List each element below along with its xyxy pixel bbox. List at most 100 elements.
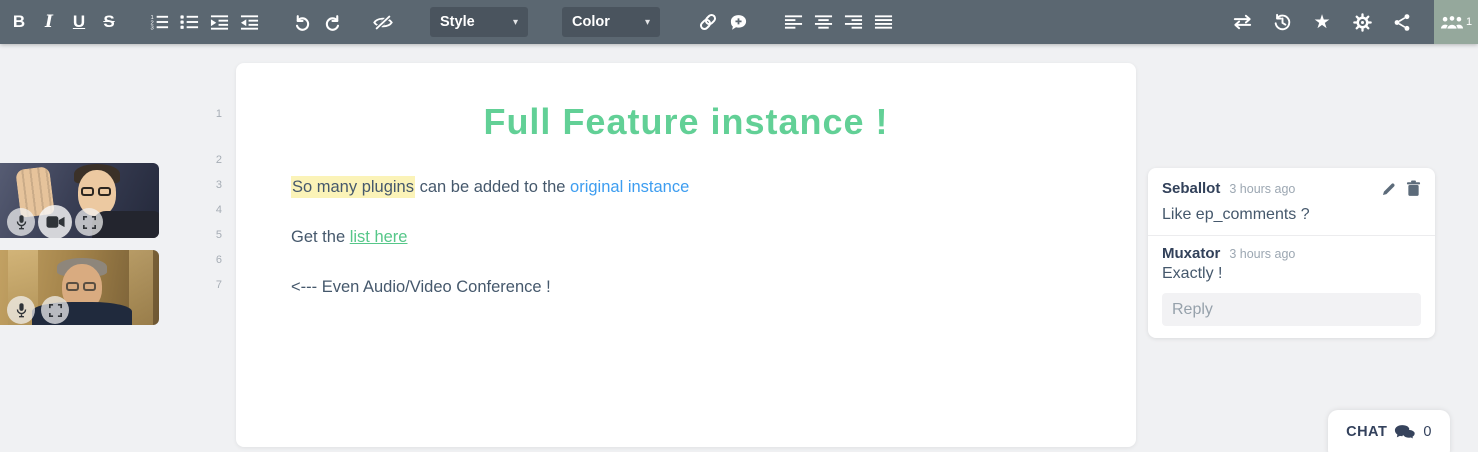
import-export-button[interactable]: [1222, 0, 1262, 44]
line-number: 2: [192, 154, 222, 166]
undo-button[interactable]: [287, 0, 317, 44]
align-right-button[interactable]: [838, 0, 868, 44]
align-left-button[interactable]: [778, 0, 808, 44]
star-icon: ★: [1313, 13, 1330, 32]
video-camera-icon: [46, 215, 65, 229]
users-count-badge: 1: [1466, 16, 1472, 28]
fullscreen-button[interactable]: [41, 296, 69, 324]
ordered-list-button[interactable]: 123: [144, 0, 174, 44]
unordered-list-icon: [180, 14, 199, 30]
redo-icon: [323, 13, 342, 32]
align-justify-icon: [874, 14, 893, 30]
comment-timestamp: 3 hours ago: [1229, 182, 1295, 196]
swap-arrows-icon: [1231, 14, 1254, 30]
delete-comment-button[interactable]: [1406, 180, 1421, 197]
timeslider-button[interactable]: [1262, 0, 1302, 44]
strikethrough-icon: S: [103, 12, 114, 32]
outdent-icon: [240, 14, 259, 30]
paragraph-text: Get the: [291, 228, 350, 246]
share-icon: [1393, 13, 1411, 32]
color-dropdown[interactable]: Color ▾: [562, 7, 660, 37]
paragraph-line: So many plugins can be added to the orig…: [291, 175, 689, 200]
add-comment-button[interactable]: [723, 0, 753, 44]
line-number: 1: [192, 108, 222, 120]
mute-mic-button[interactable]: [7, 296, 35, 324]
link-icon: [698, 12, 718, 32]
history-clock-icon: [1273, 13, 1292, 32]
document-title: Full Feature instance !: [236, 101, 1136, 143]
microphone-icon: [15, 302, 28, 319]
svg-text:3: 3: [150, 26, 154, 30]
toolbar-right-group: ★: [1222, 0, 1478, 44]
line-number: 7: [192, 279, 222, 291]
chat-button[interactable]: CHAT 0: [1328, 410, 1450, 452]
style-dropdown[interactable]: Style ▾: [430, 7, 528, 37]
edit-comment-button[interactable]: [1381, 181, 1397, 197]
align-center-icon: [814, 14, 833, 30]
unordered-list-button[interactable]: [174, 0, 204, 44]
align-center-button[interactable]: [808, 0, 838, 44]
line-number: 6: [192, 254, 222, 266]
gear-icon: [1353, 13, 1372, 32]
camera-toggle-button[interactable]: [38, 205, 72, 238]
comments-panel: Seballot 3 hours ago Like ep_comments ? …: [1148, 168, 1435, 338]
video-participant-2: [0, 250, 159, 325]
paragraph-text: can be added to the: [415, 178, 570, 196]
comment-text: Exactly !: [1162, 265, 1421, 283]
undo-icon: [293, 13, 312, 32]
video-participant-1: [0, 163, 159, 238]
favorite-button[interactable]: ★: [1302, 0, 1342, 44]
italic-button[interactable]: I: [34, 0, 64, 44]
comment-text: Like ep_comments ?: [1162, 206, 1421, 224]
share-button[interactable]: [1382, 0, 1422, 44]
indent-button[interactable]: [204, 0, 234, 44]
users-button[interactable]: 1: [1434, 0, 1478, 44]
trash-icon: [1406, 180, 1421, 197]
microphone-icon: [15, 214, 28, 231]
ordered-list-icon: 123: [150, 14, 169, 30]
editor-pad[interactable]: Full Feature instance ! So many plugins …: [236, 63, 1136, 447]
chevron-down-icon: ▾: [645, 17, 650, 28]
line-number: 5: [192, 229, 222, 241]
bold-button[interactable]: B: [4, 0, 34, 44]
comment-add-icon: [729, 13, 748, 32]
strikethrough-button[interactable]: S: [94, 0, 124, 44]
mute-mic-button[interactable]: [7, 208, 35, 236]
reply-input[interactable]: [1162, 293, 1421, 326]
list-here-link[interactable]: list here: [350, 228, 408, 246]
chat-count-badge: 0: [1423, 424, 1432, 440]
align-right-icon: [844, 14, 863, 30]
paragraph-line: <--- Even Audio/Video Conference !: [291, 275, 551, 300]
eye-off-icon: [372, 14, 394, 31]
align-justify-button[interactable]: [868, 0, 898, 44]
users-icon: [1440, 14, 1464, 30]
chevron-down-icon: ▾: [513, 17, 518, 28]
italic-icon: I: [45, 12, 53, 32]
outdent-button[interactable]: [234, 0, 264, 44]
line-number: 3: [192, 179, 222, 191]
insert-link-button[interactable]: [693, 0, 723, 44]
underline-button[interactable]: U: [64, 0, 94, 44]
align-left-icon: [784, 14, 803, 30]
toolbar: B I U S 123: [0, 0, 1478, 44]
chat-label: CHAT: [1346, 424, 1387, 440]
fullscreen-icon: [83, 216, 96, 229]
pencil-icon: [1381, 181, 1397, 197]
commented-text-highlight[interactable]: So many plugins: [291, 176, 415, 198]
fullscreen-icon: [49, 304, 62, 317]
style-dropdown-label: Style: [440, 14, 475, 30]
settings-button[interactable]: [1342, 0, 1382, 44]
fullscreen-button[interactable]: [75, 208, 103, 236]
paragraph-line: Get the list here: [291, 225, 407, 250]
underline-icon: U: [73, 12, 85, 32]
bold-icon: B: [13, 12, 25, 32]
comment-timestamp: 3 hours ago: [1229, 247, 1295, 261]
comment-reply-section: Muxator 3 hours ago Exactly !: [1148, 235, 1435, 326]
redo-button[interactable]: [317, 0, 347, 44]
comment-header: Seballot 3 hours ago: [1162, 180, 1421, 197]
original-instance-link[interactable]: original instance: [570, 178, 689, 196]
comment-author: Seballot: [1162, 180, 1220, 197]
clear-authorship-button[interactable]: [368, 0, 398, 44]
comment-author: Muxator: [1162, 245, 1220, 262]
color-dropdown-label: Color: [572, 14, 610, 30]
